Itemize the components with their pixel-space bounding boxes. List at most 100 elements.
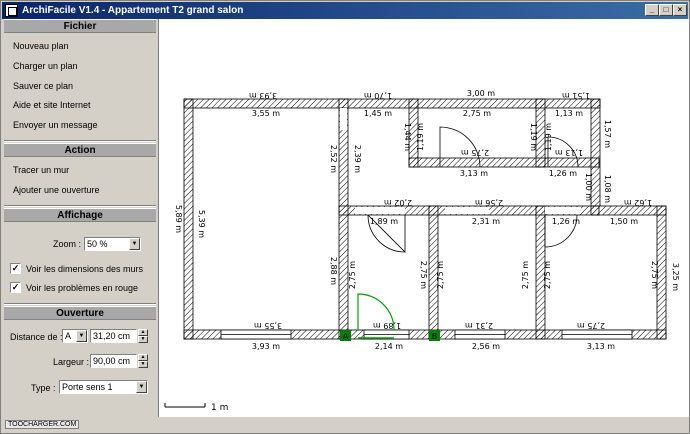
zoom-value: 50 % [87, 239, 108, 249]
largeur-stepper[interactable]: ▲ ▼ [138, 354, 148, 368]
marker-a-label: A [343, 332, 349, 341]
dim-label: 1,62 m [624, 198, 652, 207]
section-action-title: Action [4, 143, 156, 157]
dim-label: 5,39 m [197, 210, 206, 238]
dim-label: 2,75 m [461, 148, 489, 157]
menu-sauver-plan[interactable]: Sauver ce plan [13, 81, 73, 91]
dim-label: 1,57 m [603, 120, 612, 148]
dim-label: 2,75 m [543, 261, 552, 289]
wall-left[interactable] [183, 98, 194, 340]
dim-label: 3,13 m [587, 342, 615, 351]
dim-label: 3,25 m [671, 263, 680, 291]
close-button[interactable]: × [673, 4, 687, 16]
type-value: Porte sens 1 [62, 382, 113, 392]
dim-label: 2,88 m [329, 257, 338, 285]
status-bar: TOOCHARGER.COM [2, 418, 688, 433]
watermark: TOOCHARGER.COM [5, 420, 80, 429]
menu-charger-plan[interactable]: Charger un plan [13, 61, 78, 71]
distance-input[interactable]: 31,20 cm [90, 329, 137, 343]
scale-bar: 1 m [164, 403, 228, 413]
menu-aide[interactable]: Aide et site Internet [13, 100, 91, 110]
opening [545, 207, 581, 214]
dim-label: 1,44 m [403, 123, 412, 151]
largeur-input[interactable]: 90,00 cm [90, 354, 137, 368]
dim-label: 2,75 m [521, 261, 530, 289]
dim-label: 2,39 m [353, 145, 362, 173]
dim-label: 1,13 m [555, 109, 583, 118]
dim-label: 2,75 m [436, 261, 445, 289]
floor-plan: A B 3,93 m 3,55 m 1,70 m 1,45 m 3,00 m 2… [164, 89, 680, 413]
largeur-label: Largeur : [53, 357, 90, 367]
dim-label: 3,93 m [249, 91, 277, 100]
scale-label: 1 m [211, 403, 228, 413]
app-icon [5, 4, 18, 17]
dim-label: 2,56 m [472, 342, 500, 351]
section-ouverture-title: Ouverture [4, 306, 156, 320]
section-affichage-title: Affichage [4, 208, 156, 222]
distance-stepper[interactable]: ▲ ▼ [138, 329, 148, 343]
dim-label: 1,13 m [555, 148, 583, 157]
sidebar: Fichier Nouveau plan Charger un plan Sau… [4, 19, 156, 417]
checkbox-dimensions-label: Voir les dimensions des murs [26, 264, 144, 274]
divider [4, 140, 156, 142]
dim-label: 1,26 m [549, 169, 577, 178]
type-select[interactable]: Porte sens 1 ▼ [59, 380, 148, 394]
dim-label: 1,70 m [364, 91, 392, 100]
type-label: Type : [31, 383, 56, 393]
dim-label: 1,89 m [370, 217, 398, 226]
marker-b-label: B [432, 332, 438, 341]
dim-label: 1,51 m [562, 91, 590, 100]
dim-label: 1,19 m [544, 123, 553, 151]
dim-label: 2,75 m [463, 109, 491, 118]
dim-label: 1,00 m [584, 173, 593, 201]
dim-label: 1,45 m [364, 109, 392, 118]
distance-ref-select[interactable]: A ▼ [62, 329, 88, 343]
dim-label: 2,02 m [384, 198, 412, 207]
checkbox-problems-label: Voir les problèmes en rouge [26, 283, 139, 293]
menu-envoyer-message[interactable]: Envoyer un message [13, 120, 98, 130]
chevron-down-icon[interactable]: ▼ [136, 381, 147, 393]
opening [445, 207, 489, 214]
distance-value: 31,20 cm [93, 331, 131, 341]
wall-salon-right[interactable] [338, 98, 349, 340]
dim-label: 1,19 m [416, 123, 425, 151]
divider [4, 303, 156, 305]
checkbox-problems[interactable]: ✓ [10, 282, 21, 293]
chevron-down-icon[interactable]: ▼ [129, 238, 140, 250]
dim-label: 1,19 m [529, 123, 538, 151]
dim-label: 2,56 m [475, 198, 503, 207]
zoom-select[interactable]: 50 % ▼ [84, 237, 141, 251]
maximize-button[interactable]: □ [659, 4, 673, 16]
opening [355, 207, 405, 214]
minimize-button[interactable]: _ [645, 4, 659, 16]
menu-tracer-mur[interactable]: Tracer un mur [13, 165, 69, 175]
chevron-down-icon[interactable]: ▼ [76, 330, 87, 342]
divider [4, 205, 156, 207]
dim-label: 2,75 m [577, 321, 605, 330]
dim-label: 2,52 m [329, 145, 338, 173]
dim-label: 1,26 m [552, 217, 580, 226]
window-title: ArchiFacile V1.4 - Appartement T2 grand … [22, 5, 244, 16]
dim-label: 2,14 m [375, 342, 403, 351]
dim-label: 5,89 m [174, 205, 183, 233]
opening [340, 108, 347, 130]
dim-label: 1,08 m [603, 175, 612, 203]
dim-label: 2,31 m [465, 321, 493, 330]
dim-label: 1,50 m [610, 217, 638, 226]
app-window: ArchiFacile V1.4 - Appartement T2 grand … [0, 0, 690, 434]
dim-label: 1,89 m [373, 321, 401, 330]
dim-label: 3,55 m [254, 321, 282, 330]
dim-label: 2,75 m [650, 261, 659, 289]
largeur-value: 90,00 cm [93, 356, 131, 366]
zoom-label: Zoom : [53, 239, 82, 249]
dim-label: 3,93 m [252, 342, 280, 351]
dimension-labels: 3,93 m 3,55 m 1,70 m 1,45 m 3,00 m 2,75 … [174, 89, 680, 351]
dim-label: 3,55 m [252, 109, 280, 118]
distance-ref-value: A [65, 331, 72, 341]
checkbox-dimensions[interactable]: ✓ [10, 263, 21, 274]
wall-bath-bottom[interactable] [408, 157, 600, 168]
menu-ajouter-ouverture[interactable]: Ajouter une ouverture [13, 185, 100, 195]
section-fichier-title: Fichier [4, 19, 156, 33]
menu-nouveau-plan[interactable]: Nouveau plan [13, 41, 69, 51]
plan-canvas[interactable]: A B 3,93 m 3,55 m 1,70 m 1,45 m 3,00 m 2… [158, 19, 689, 417]
